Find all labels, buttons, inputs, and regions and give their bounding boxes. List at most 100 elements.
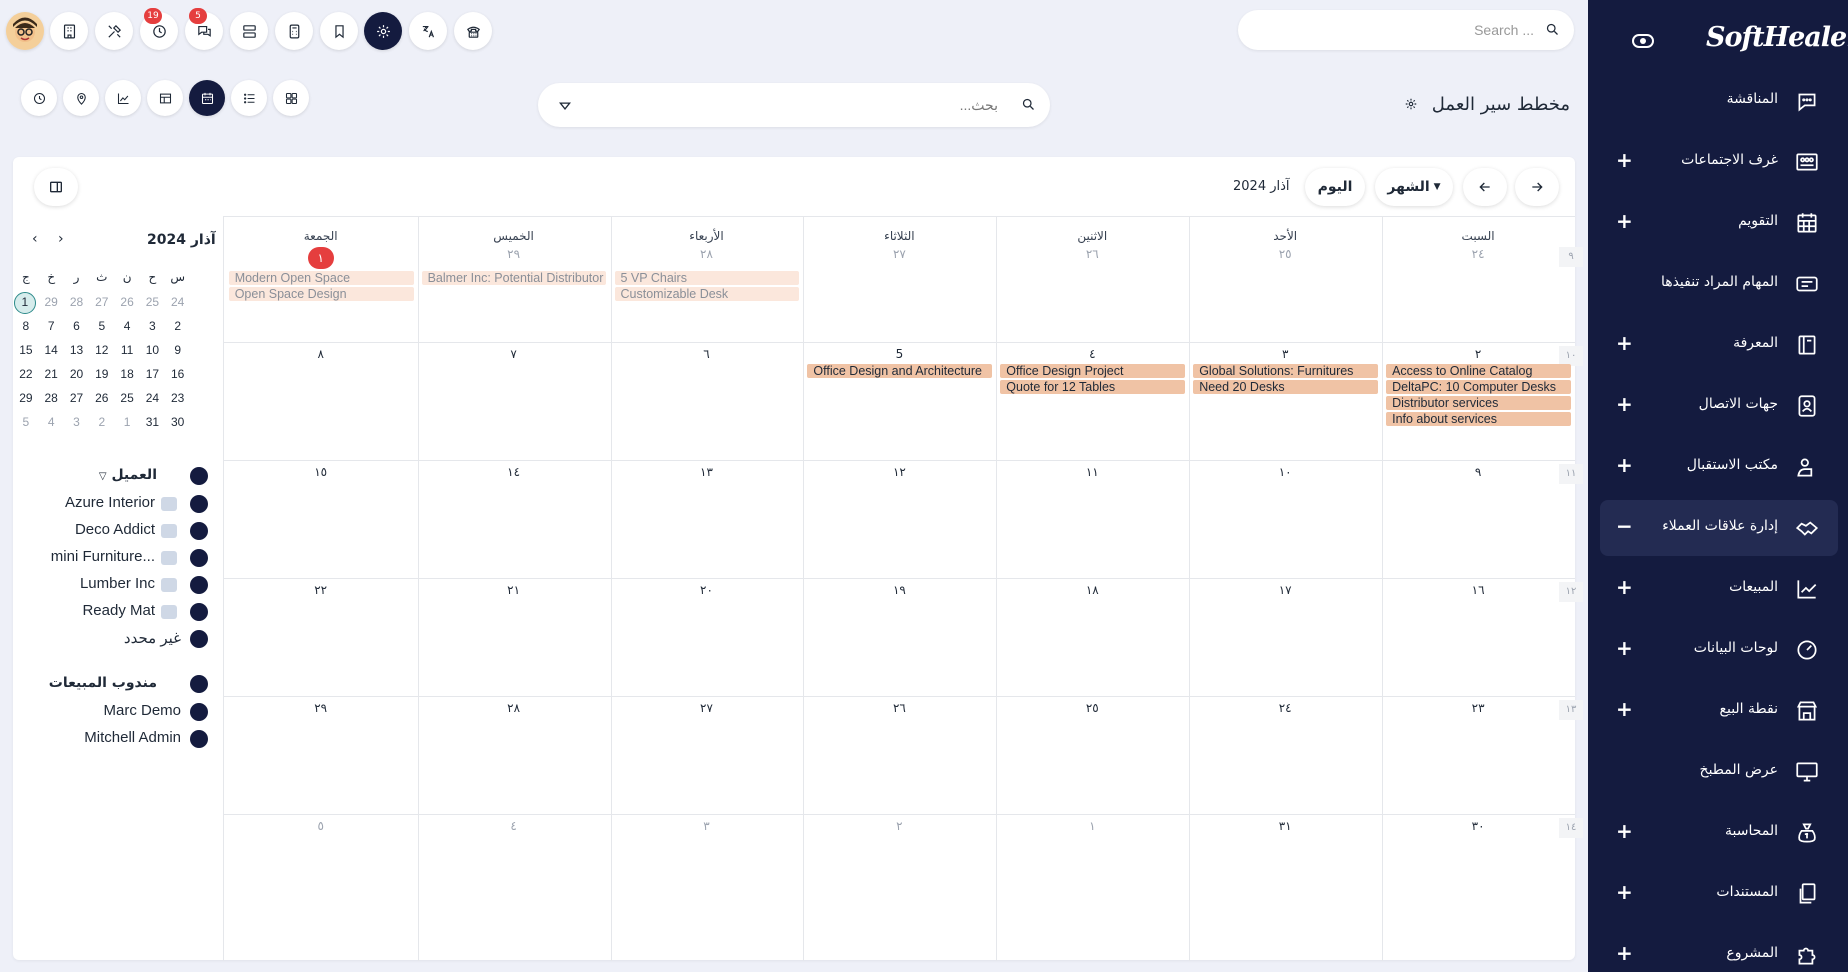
sidebar-item-contacts[interactable]: جهات الاتصال +: [1600, 378, 1838, 434]
calculator-icon[interactable]: [275, 12, 313, 50]
salesperson-filter-dot[interactable]: [190, 675, 208, 693]
mini-day-cell[interactable]: 22: [14, 364, 38, 384]
mini-day-cell[interactable]: 29: [14, 388, 38, 408]
translate-icon[interactable]: [409, 12, 447, 50]
filter-checkbox-dot[interactable]: [190, 630, 208, 648]
day-number[interactable]: ١٤: [418, 465, 610, 479]
mini-day-cell[interactable]: 3: [140, 316, 164, 336]
mini-day-cell[interactable]: 20: [65, 364, 89, 384]
calendar-event[interactable]: Quote for 12 Tables: [1000, 380, 1186, 394]
day-number[interactable]: ٢٩: [418, 247, 610, 261]
building-icon[interactable]: [50, 12, 88, 50]
day-number[interactable]: ٦: [611, 347, 803, 361]
day-number[interactable]: ١١: [996, 465, 1188, 479]
next-arrow-icon[interactable]: [1515, 168, 1559, 206]
filter-checkbox-dot[interactable]: [190, 522, 208, 540]
day-number[interactable]: ٢٦: [803, 701, 995, 715]
customer-filter-head[interactable]: العميل ▽: [99, 467, 157, 483]
mini-day-cell[interactable]: 29: [39, 292, 63, 312]
sidebar-item-sales-chart[interactable]: المبيعات +: [1600, 561, 1838, 617]
day-number[interactable]: ٢٥: [996, 701, 1188, 715]
filter-row[interactable]: mini Furniture...: [13, 548, 213, 570]
sidebar-item-documents[interactable]: المستندات +: [1600, 866, 1838, 922]
mini-day-cell[interactable]: 6: [65, 316, 89, 336]
prev-arrow-icon[interactable]: [1463, 168, 1507, 206]
mini-day-cell[interactable]: 27: [65, 388, 89, 408]
mini-day-cell[interactable]: 10: [140, 340, 164, 360]
mini-day-cell[interactable]: 28: [39, 388, 63, 408]
day-number[interactable]: ٢٠: [611, 583, 803, 597]
global-search-input[interactable]: [1254, 10, 1534, 50]
calendar-event[interactable]: Need 20 Desks: [1193, 380, 1379, 394]
day-number[interactable]: ٢٨: [418, 701, 610, 715]
day-number[interactable]: ١٥: [225, 465, 417, 479]
day-number[interactable]: ٢: [1382, 347, 1574, 361]
phone-icon[interactable]: [454, 12, 492, 50]
calendar-event[interactable]: Customizable Desk: [614, 287, 800, 301]
global-search[interactable]: [1238, 10, 1574, 50]
messages-icon[interactable]: 5: [185, 8, 223, 50]
calendar-event[interactable]: Balmer Inc: Potential Distributor: [421, 271, 607, 285]
day-number[interactable]: 5: [803, 347, 995, 361]
mini-day-cell[interactable]: 18: [115, 364, 139, 384]
day-number[interactable]: ١٨: [996, 583, 1188, 597]
scale-dropdown[interactable]: الشهر ▼: [1375, 168, 1453, 206]
mini-day-cell[interactable]: 11: [115, 340, 139, 360]
calendar-event[interactable]: Open Space Design: [228, 287, 414, 301]
filter-checkbox-dot[interactable]: [190, 730, 208, 748]
mini-day-cell[interactable]: 23: [166, 388, 190, 408]
day-number[interactable]: ٢٢: [225, 583, 417, 597]
filter-checkbox-dot[interactable]: [190, 603, 208, 621]
expand-plus-icon[interactable]: +: [1616, 211, 1633, 231]
filter-row[interactable]: Ready Mat: [13, 602, 213, 624]
mini-next-icon[interactable]: ›: [58, 231, 64, 247]
sidebar-item-todo[interactable]: المهام المراد تنفيذها: [1600, 256, 1838, 312]
day-number[interactable]: ٣: [1189, 347, 1381, 361]
calendar-event[interactable]: Access to Online Catalog: [1386, 364, 1571, 378]
day-number[interactable]: ٢٩: [225, 701, 417, 715]
filter-toggle-icon[interactable]: [558, 98, 572, 117]
activity-clock-icon[interactable]: 19: [140, 8, 178, 50]
view-search-input[interactable]: [598, 83, 998, 127]
mini-day-cell[interactable]: 19: [90, 364, 114, 384]
day-number[interactable]: ١٠: [1189, 465, 1381, 479]
sidebar-item-crm-handshake[interactable]: إدارة علاقات العملاء −: [1600, 500, 1838, 556]
expand-plus-icon[interactable]: +: [1616, 455, 1633, 475]
day-number[interactable]: ٢: [803, 819, 995, 833]
mini-day-cell[interactable]: 2: [166, 316, 190, 336]
mini-day-cell[interactable]: 30: [166, 412, 190, 432]
mini-day-cell[interactable]: 28: [65, 292, 89, 312]
mini-day-cell[interactable]: 24: [140, 388, 164, 408]
mini-day-cell[interactable]: 25: [115, 388, 139, 408]
day-number[interactable]: ٢١: [418, 583, 610, 597]
filter-row[interactable]: Mitchell Admin: [13, 729, 213, 751]
server-icon[interactable]: [230, 12, 268, 50]
filter-checkbox-dot[interactable]: [190, 576, 208, 594]
day-number[interactable]: ٢٨: [611, 247, 803, 261]
day-number[interactable]: ١٣: [611, 465, 803, 479]
title-gear-icon[interactable]: [1404, 95, 1418, 116]
search-icon[interactable]: [1021, 97, 1036, 116]
mini-day-cell[interactable]: 4: [115, 316, 139, 336]
mini-day-cell[interactable]: 21: [39, 364, 63, 384]
bookmark-icon[interactable]: [320, 12, 358, 50]
day-number[interactable]: ١٦: [1382, 583, 1574, 597]
mini-day-cell[interactable]: 4: [39, 412, 63, 432]
sidebar-item-meeting-room[interactable]: غرف الاجتماعات +: [1600, 134, 1838, 190]
day-number[interactable]: ٢٥: [1189, 247, 1381, 261]
day-number[interactable]: ٥: [225, 819, 417, 833]
day-number[interactable]: ١٧: [1189, 583, 1381, 597]
mini-day-cell[interactable]: 2: [90, 412, 114, 432]
list-view-icon[interactable]: [231, 80, 267, 116]
mini-day-cell[interactable]: 15: [14, 340, 38, 360]
mini-day-cell[interactable]: 26: [90, 388, 114, 408]
day-number[interactable]: ٣٠: [1382, 819, 1574, 833]
mini-day-cell[interactable]: 16: [166, 364, 190, 384]
day-number[interactable]: ٩: [1382, 465, 1574, 479]
expand-plus-icon[interactable]: +: [1616, 638, 1633, 658]
today-button[interactable]: اليوم: [1305, 168, 1365, 206]
mini-day-cell[interactable]: 9: [166, 340, 190, 360]
mini-day-cell[interactable]: 5: [90, 316, 114, 336]
day-number[interactable]: ٢٦: [996, 247, 1188, 261]
expand-plus-icon[interactable]: +: [1616, 150, 1633, 170]
